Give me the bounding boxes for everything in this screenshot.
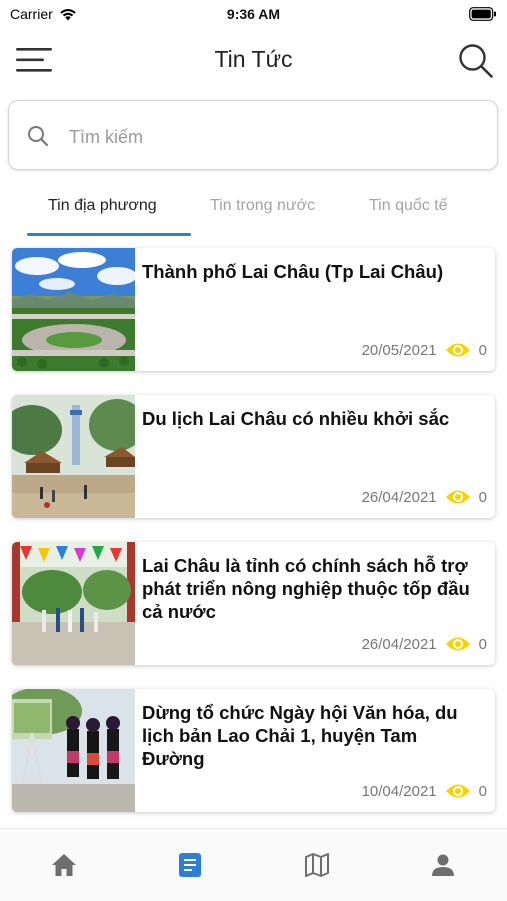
profile-icon bbox=[432, 854, 454, 876]
news-title: Dừng tổ chức Ngày hội Văn hóa, du lịch b… bbox=[142, 702, 458, 769]
page-title: Tin Tức bbox=[214, 46, 293, 72]
tab-map[interactable] bbox=[297, 849, 337, 881]
news-card[interactable]: Du lịch Lai Châu có nhiều khởi sắc 26/04… bbox=[12, 395, 495, 518]
news-card[interactable]: Lai Châu là tỉnh có chính sách hỗ trợ ph… bbox=[12, 542, 495, 665]
header-search-button[interactable] bbox=[457, 42, 495, 80]
news-date: 10/04/2021 bbox=[361, 782, 437, 800]
status-bar: Carrier 9:36 AM bbox=[0, 0, 507, 30]
active-tab-indicator bbox=[27, 233, 191, 236]
home-icon bbox=[52, 854, 76, 876]
eye-icon bbox=[445, 343, 470, 357]
news-thumbnail-agriculture bbox=[12, 542, 135, 665]
eye-icon bbox=[445, 637, 470, 651]
nav-bar: Tin Tức bbox=[0, 30, 507, 92]
view-count: 0 bbox=[478, 782, 487, 800]
news-title: Thành phố Lai Châu (Tp Lai Châu) bbox=[142, 261, 444, 282]
news-thumbnail-tourism bbox=[12, 395, 135, 518]
tab-home[interactable] bbox=[44, 849, 84, 881]
status-time: 9:36 AM bbox=[226, 6, 281, 22]
view-count: 0 bbox=[478, 488, 487, 506]
news-date: 20/05/2021 bbox=[361, 341, 437, 359]
bottom-tab-bar bbox=[0, 828, 507, 901]
tab-tin-trong-nuoc[interactable]: Tin trong nước bbox=[210, 197, 315, 215]
news-card[interactable]: Dừng tổ chức Ngày hội Văn hóa, du lịch b… bbox=[12, 689, 495, 812]
news-icon bbox=[179, 853, 201, 877]
news-title: Du lịch Lai Châu có nhiều khởi sắc bbox=[142, 408, 450, 429]
tab-news[interactable] bbox=[170, 849, 210, 881]
news-date: 26/04/2021 bbox=[361, 635, 437, 653]
news-title: Lai Châu là tỉnh có chính sách hỗ trợ ph… bbox=[142, 555, 470, 622]
news-date: 26/04/2021 bbox=[361, 488, 437, 506]
tab-tin-quoc-te[interactable]: Tin quốc tế bbox=[369, 197, 448, 215]
eye-icon bbox=[445, 490, 470, 504]
tab-profile[interactable] bbox=[423, 849, 463, 881]
tab-tin-dia-phuong[interactable]: Tin địa phương bbox=[48, 197, 157, 215]
news-thumbnail-city bbox=[12, 248, 135, 371]
news-thumbnail-festival bbox=[12, 689, 135, 812]
search-input[interactable] bbox=[67, 121, 471, 153]
search-box bbox=[8, 100, 498, 170]
news-card[interactable]: Thành phố Lai Châu (Tp Lai Châu) 20/05/2… bbox=[12, 248, 495, 371]
search-field-icon bbox=[27, 125, 49, 152]
news-tabs: Tin địa phương Tin trong nước Tin quốc t… bbox=[0, 185, 507, 236]
search-icon bbox=[459, 44, 493, 78]
view-count: 0 bbox=[478, 341, 487, 359]
view-count: 0 bbox=[478, 635, 487, 653]
eye-icon bbox=[445, 784, 470, 798]
map-icon bbox=[305, 853, 329, 877]
battery-icon bbox=[469, 7, 497, 26]
